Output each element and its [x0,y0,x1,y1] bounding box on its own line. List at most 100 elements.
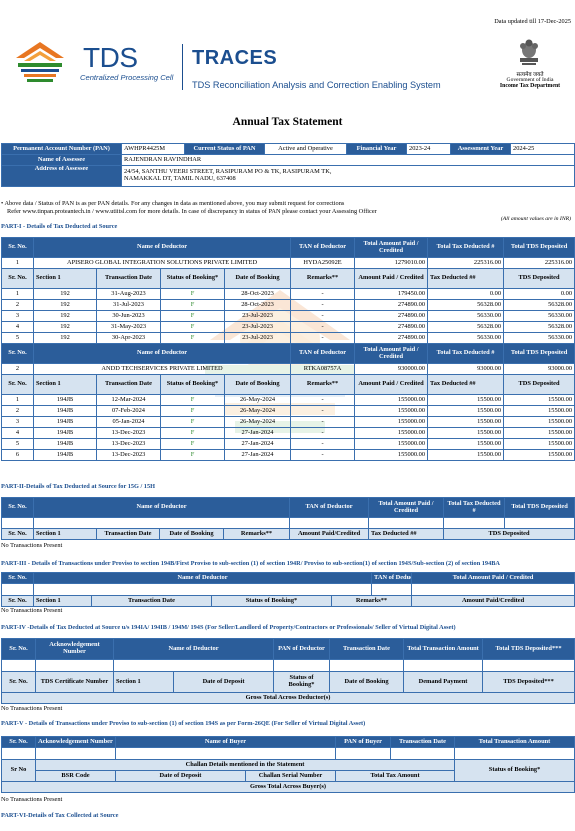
p1-h-srno: Sr. No. [1,343,34,364]
txn-booking-date: 27-Jan-2024 [223,438,292,450]
txn-tax-deducted: 56328.00 [427,299,505,311]
p4-h-ack: Acknowledgement Number [35,638,114,660]
pan-note-text-1: Above data / Status of PAN is as per PAN… [4,200,345,207]
transaction-row: 3 194JB 05-Jan-2024 F 26-May-2024-155000.00 1… [1,416,575,428]
part2-empty: No Transactions Present [1,542,63,549]
txn-tax-deducted: 0.00 [427,288,505,300]
part1-title: PART-I - Details of Tax Deducted at Sour… [1,223,118,230]
txn-remarks: - [290,332,356,344]
txn-tax-deducted: 15500.00 [427,405,505,417]
assessee-address-label: Address of Assessee [1,165,122,187]
p4-s-ddate: Date of Deposit [172,671,275,693]
assessee-name-value: RAJENDRAN RAVINDHAR [121,154,575,166]
p1-subheader-row: Sr. No. Section 1 Transaction Date Status o… [1,268,575,289]
p1-s-remarks: Remarks** [290,268,356,289]
txn-srno: 2 [1,299,34,311]
p1-s-status: Status of Booking* [160,268,225,289]
deductor-total-deposited: 93000.00 [503,363,575,375]
p3-h-name: Name of Deductor [32,572,373,584]
pan-info-table: Permanent Account Number (PAN) AWHPR4425… [1,143,575,187]
part2-table: Sr. No. Name of Deductor TAN of Deductor… [1,497,575,540]
pan-status-value: Active and Operative [264,143,347,155]
txn-amount-paid: 274890.00 [354,332,429,344]
txn-booking-date: 26-May-2024 [223,416,292,428]
p5-h-amount: Total Transaction Amount [454,736,575,748]
p2-h-tan: TAN of Deductor [289,497,370,518]
p1-s-paid: Amount Paid / Credited [354,374,429,395]
txn-section: 192 [33,310,97,322]
p2-blank-row [1,517,575,529]
p1-h-tax: Total Tax Deducted # [427,237,505,258]
p1-s-bdate: Date of Booking [223,268,292,289]
txn-amount-paid: 274890.00 [354,321,429,333]
p5-gross-total: Gross Total Across Buyer(s) [0,781,575,793]
txn-amount-paid: 179450.00 [354,288,429,300]
product-name: TRACES [192,47,278,69]
txn-tax-deducted: 56330.00 [427,310,505,322]
txn-remarks: - [290,416,356,428]
p1-s-tax: Tax Deducted ## [427,268,505,289]
txn-amount-paid: 274890.00 [354,299,429,311]
national-emblem-icon [520,39,538,65]
p4-s-dep: TDS Deposited*** [482,671,575,693]
p3-h-srno: Sr. No. [1,572,34,584]
pan-value: AWHPR4425M [121,143,185,155]
inr-note: (All amount values are in INR) [500,216,571,222]
p3-h-tan: TAN of Deductor [371,572,413,584]
assessee-name-label: Name of Assessee [1,154,122,166]
p1-s-section: Section 1 [33,268,97,289]
txn-srno: 3 [1,416,34,428]
txn-remarks: - [290,449,356,461]
txn-section: 192 [33,332,97,344]
part3-title: PART-III - Details of Transactions under… [1,560,500,567]
transaction-row: 1 192 31-Aug-2023 F 28-Oct-2023-179450.00 0.0… [1,288,575,300]
txn-section: 194JB [33,449,97,461]
transaction-row: 2 192 31-Jul-2023 F 28-Oct-2023-274890.00 563… [1,299,575,311]
txn-section: 194JB [33,438,97,450]
p5-s-bsr: BSR Code [35,770,116,782]
txn-section: 192 [33,321,97,333]
txn-remarks: - [290,310,356,322]
deductor-total-paid: 930000.00 [354,363,429,375]
txn-srno: 1 [1,394,34,406]
data-updated-text: Data updated till 17-Dec-2025 [494,18,571,25]
p5-s-srno: Sr No [1,759,36,782]
deductor-name: ANDD TECHSERVICES PRIVATE LIMITED [32,363,292,375]
p4-h-pan: PAN of Deductor [273,638,331,660]
deductor-summary-row: 2 ANDD TECHSERVICES PRIVATE LIMITED RTKA08… [1,363,575,375]
txn-srno: 5 [1,332,34,344]
txn-srno: 2 [1,405,34,417]
txn-remarks: - [290,288,356,300]
p1-s-remarks: Remarks** [290,374,356,395]
txn-remarks: - [290,438,356,450]
txn-date: 13-Dec-2023 [96,438,161,450]
txn-tds-deposited: 0.00 [503,288,575,300]
p2-s-remarks: Remarks** [222,528,291,540]
p5-h-pan: PAN of Buyer [335,736,392,748]
txn-booking-status: F [160,299,225,311]
deductor-name: APISERO GLOBAL INTEGRATION SOLUTIONS PRI… [32,257,292,269]
p4-s-srno: Sr. No. [1,671,36,693]
assessment-year-value: 2024-25 [510,143,575,155]
txn-tds-deposited: 56330.00 [503,310,575,322]
txn-booking-date: 23-Jul-2023 [223,321,292,333]
txn-amount-paid: 274890.00 [354,310,429,322]
part5-title: PART-V - Details of Transactions under P… [1,720,366,727]
txn-tds-deposited: 15500.00 [503,449,575,461]
deductor-tan: RTKA08757A [290,363,356,375]
p1-s-srno: Sr. No. [1,268,34,289]
p3-s-status: Status of Booking* [211,595,332,607]
deductor-total-paid: 1279010.00 [354,257,429,269]
txn-srno: 1 [1,288,34,300]
assessee-address-value: 24/54, SANTHU VEERI STREET, RASIPURAM PO… [121,165,575,187]
txn-amount-paid: 155000.00 [354,394,429,406]
p1-s-srno: Sr. No. [1,374,34,395]
txn-date: 13-Dec-2023 [96,449,161,461]
p3-s-section: Section 1 [33,595,92,607]
assessment-year-label: Assessment Year [450,143,511,155]
txn-remarks: - [290,321,356,333]
txn-booking-date: 26-May-2024 [223,405,292,417]
income-tax-dept-text: Income Tax Department [499,83,561,89]
part5-table: Sr. No. Acknowledgement Number Name of B… [0,736,575,793]
txn-srno: 3 [1,310,34,322]
